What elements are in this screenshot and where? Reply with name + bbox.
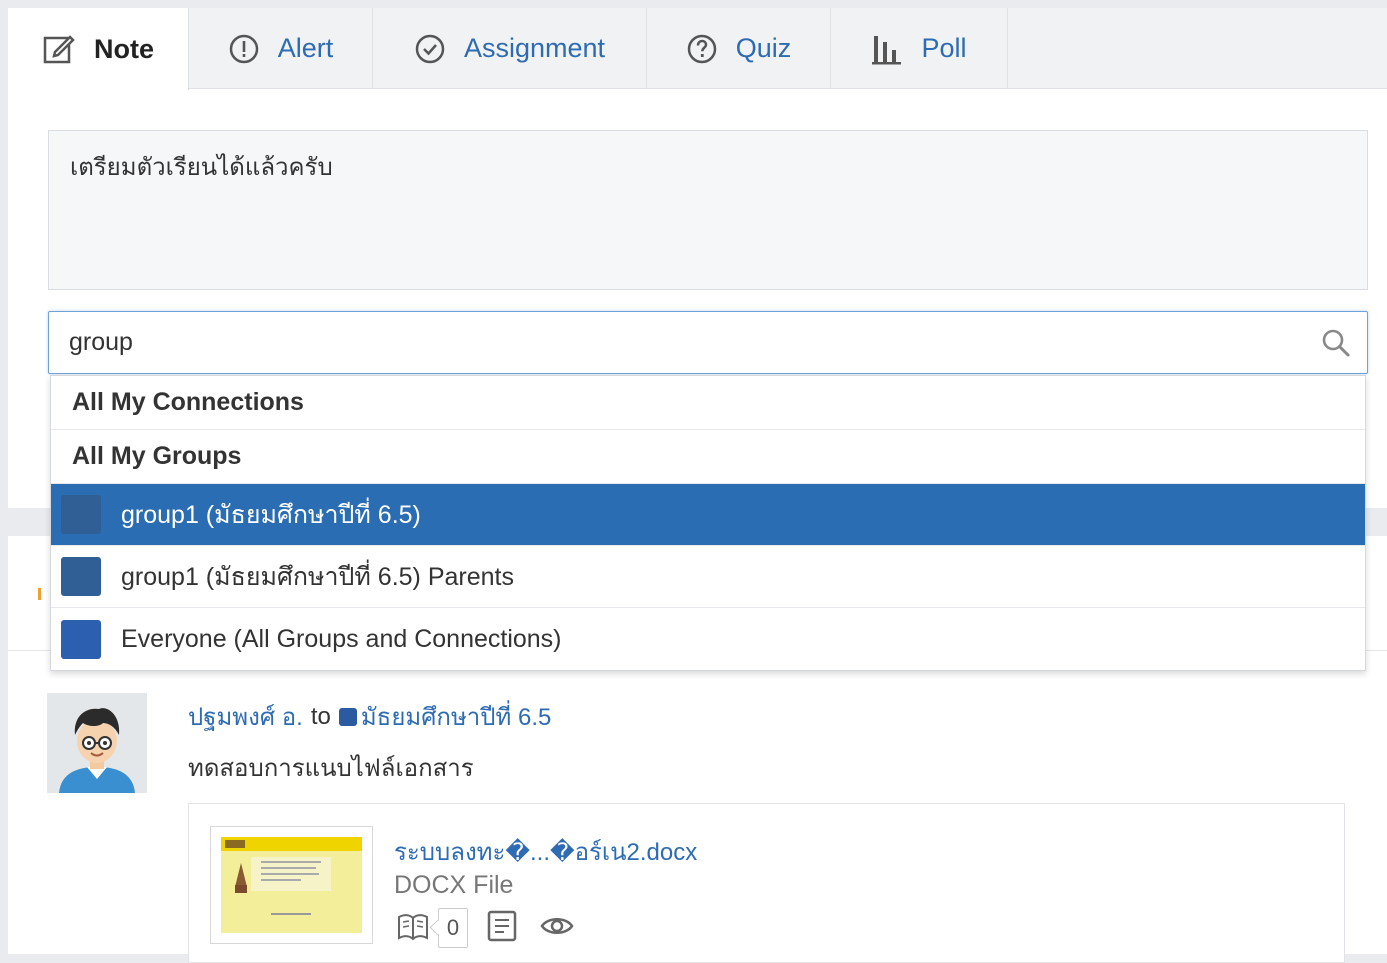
dropdown-option-label: group1 (มัธยมศึกษาปีที่ 6.5) Parents xyxy=(121,562,514,591)
tab-label: Quiz xyxy=(735,33,792,63)
file-name-link[interactable]: ระบบลงทะ�...�อร์เน2.docx xyxy=(394,832,697,871)
read-count: 0 xyxy=(438,908,468,948)
dropdown-option-label: group1 (มัธยมศึกษาปีที่ 6.5) xyxy=(121,500,421,529)
file-actions: 0 xyxy=(396,908,574,948)
tab-note[interactable]: Note xyxy=(8,8,189,90)
edit-note-icon xyxy=(42,32,76,66)
file-thumbnail[interactable] xyxy=(210,826,373,944)
dropdown-option-all-connections[interactable]: All My Connections xyxy=(51,376,1365,430)
note-textarea[interactable] xyxy=(48,130,1368,290)
question-circle-icon xyxy=(686,33,718,65)
group-color-icon xyxy=(338,707,357,726)
avatar[interactable] xyxy=(47,693,147,793)
eye-icon[interactable] xyxy=(540,911,574,946)
tab-poll[interactable]: Poll xyxy=(831,8,1008,89)
tab-label: Assignment xyxy=(463,33,606,63)
tab-alert[interactable]: Alert xyxy=(189,8,373,89)
recipient-dropdown: All My Connections All My Groups group1 … xyxy=(50,375,1366,671)
dropdown-option-label: Everyone (All Groups and Connections) xyxy=(121,624,562,653)
tab-assignment[interactable]: Assignment xyxy=(373,8,647,89)
post-type-tabs: Note Alert Assignment Quiz Poll xyxy=(8,8,1387,90)
post-meta: ปฐมพงศ์ อ. to มัธยมศึกษาปีที่ 6.5 xyxy=(188,697,551,736)
document-icon[interactable] xyxy=(486,909,518,948)
alert-circle-icon xyxy=(228,33,260,65)
dropdown-option-everyone[interactable]: Everyone (All Groups and Connections) xyxy=(51,608,1365,670)
group-color-swatch xyxy=(61,495,101,534)
post-author-link[interactable]: ปฐมพงศ์ อ. xyxy=(188,697,303,736)
recipient-search-input[interactable] xyxy=(69,312,1289,373)
post-to-word: to xyxy=(310,702,331,730)
file-type-label: DOCX File xyxy=(394,871,514,899)
post-group-link[interactable]: มัธยมศึกษาปีที่ 6.5 xyxy=(361,697,552,736)
open-book-icon[interactable] xyxy=(396,909,430,948)
attachment-card: ระบบลงทะ�...�อร์เน2.docx DOCX File 0 xyxy=(188,803,1345,963)
search-icon[interactable] xyxy=(1321,328,1351,363)
tab-label: Poll xyxy=(921,33,967,63)
tab-quiz[interactable]: Quiz xyxy=(647,8,831,89)
check-circle-icon xyxy=(414,33,446,65)
feed-marker xyxy=(38,588,41,600)
post-body: ทดสอบการแนบไฟล์เอกสาร xyxy=(188,755,474,782)
dropdown-option-all-groups[interactable]: All My Groups xyxy=(51,430,1365,484)
tab-label: Alert xyxy=(277,33,334,63)
dropdown-option-group1-parents[interactable]: group1 (มัธยมศึกษาปีที่ 6.5) Parents xyxy=(51,546,1365,608)
recipient-search-field[interactable] xyxy=(48,311,1368,374)
tab-label: Note xyxy=(94,33,154,64)
group-color-swatch xyxy=(61,619,101,659)
dropdown-option-group1[interactable]: group1 (มัธยมศึกษาปีที่ 6.5) xyxy=(51,484,1365,546)
group-color-swatch xyxy=(61,557,101,596)
bar-chart-icon xyxy=(871,32,903,66)
